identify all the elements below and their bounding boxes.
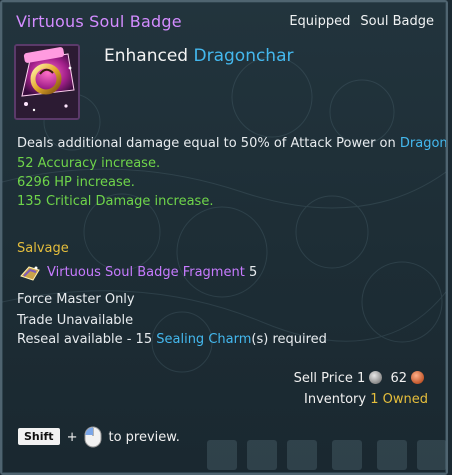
preview-hint: Shift + to preview. xyxy=(18,426,180,452)
item-name: Enhanced Dragonchar xyxy=(104,46,294,66)
reseal-info: Reseal available - 15 Sealing Charm(s) r… xyxy=(17,332,327,347)
shift-key: Shift xyxy=(18,428,60,445)
inventory-label: Inventory xyxy=(304,392,367,407)
sell-price-label: Sell Price xyxy=(293,371,353,386)
inventory-owned: 1 Owned xyxy=(370,392,428,407)
reseal-suffix: (s) required xyxy=(251,332,327,347)
stat-line: 52 Accuracy increase. xyxy=(17,156,161,171)
reseal-prefix: Reseal available - 15 xyxy=(17,332,153,347)
background-hotbar-decoration xyxy=(207,440,446,470)
stat-line: 135 Critical Damage increase. xyxy=(17,194,214,209)
plus-sign: + xyxy=(66,430,78,445)
item-title: Virtuous Soul Badge xyxy=(16,12,182,31)
stat-line: 6296 HP increase. xyxy=(17,175,135,190)
salvage-item-count: 5 xyxy=(248,265,258,280)
silver-amount: 1 xyxy=(357,371,366,386)
item-tooltip: Virtuous Soul Badge Equipped Soul Badge E… xyxy=(0,0,448,475)
soul-badge-icon xyxy=(14,44,80,120)
sealing-charm-link: Sealing Charm xyxy=(156,332,252,347)
equipped-status: Equipped xyxy=(289,14,351,29)
salvage-item: Virtuous Soul Badge Fragment 5 xyxy=(47,265,257,280)
item-name-highlight: Dragonchar xyxy=(193,46,294,66)
mouse-icon xyxy=(84,426,102,452)
sell-price: Sell Price 1 62 xyxy=(294,371,428,386)
salvage-label: Salvage xyxy=(17,241,69,256)
salvage-item-name: Virtuous Soul Badge Fragment xyxy=(47,265,245,280)
header-tags: Equipped Soul Badge xyxy=(289,14,434,29)
item-type: Soul Badge xyxy=(360,14,434,29)
preview-text: to preview. xyxy=(108,430,180,445)
copper-coin-icon xyxy=(411,371,424,384)
copper-amount: 62 xyxy=(390,371,407,386)
effect-target: Dragonchar xyxy=(399,136,448,151)
effect-description: Deals additional damage equal to 50% of … xyxy=(17,136,448,151)
fragment-icon xyxy=(20,266,40,281)
inventory-count: Inventory 1 Owned xyxy=(304,392,428,407)
trade-restriction: Trade Unavailable xyxy=(17,313,134,328)
effect-description-text: Deals additional damage equal to 50% of … xyxy=(17,136,396,151)
class-restriction: Force Master Only xyxy=(17,292,135,307)
item-name-prefix: Enhanced xyxy=(104,46,189,66)
silver-coin-icon xyxy=(369,371,383,384)
